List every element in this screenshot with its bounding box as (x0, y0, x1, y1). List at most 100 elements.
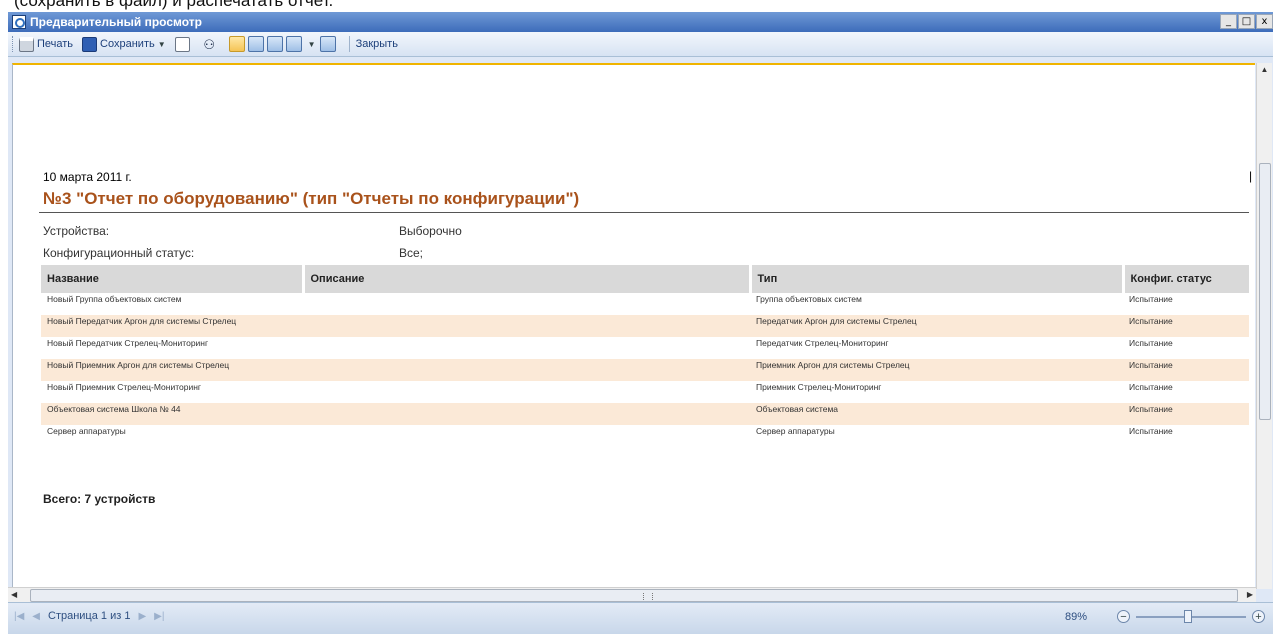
zoom-slider[interactable] (1136, 609, 1246, 623)
table-row: Сервер аппаратуры Сервер аппаратуры Испы… (41, 425, 1249, 447)
cell-status: Испытание (1123, 403, 1249, 425)
cell-description (303, 403, 750, 425)
last-page-icon[interactable]: ▶| (154, 611, 164, 622)
print-button[interactable]: Печать (19, 36, 74, 52)
cell-description (303, 337, 750, 359)
close-window-button[interactable]: x (1256, 14, 1273, 29)
table-row: Объектовая система Школа № 44 Объектовая… (41, 403, 1249, 425)
prev-page-icon[interactable]: ◀ (32, 611, 40, 622)
cell-status: Испытание (1123, 315, 1249, 337)
cell-name: Новый Приемник Аргон для системы Стрелец (41, 359, 303, 381)
view-buttons: ▼ (228, 36, 339, 52)
cell-status: Испытание (1129, 382, 1173, 392)
cell-status: Испытание (1129, 338, 1173, 348)
toolbar: Печать Сохранить ▼ ⚇ ▼ Закрыть (8, 32, 1273, 57)
table-row: Новый Группа объектовых систем Группа об… (41, 293, 1249, 315)
chevron-down-icon[interactable]: ▼ (308, 40, 316, 49)
toolbar-grip[interactable] (12, 36, 16, 52)
cell-description (303, 381, 750, 403)
title-divider (39, 212, 1249, 213)
report-page: 10 марта 2011 г. | №3 "Отчет по оборудов… (17, 65, 1257, 585)
preview-icon (12, 15, 26, 29)
table-header: Название Описание Тип Конфиг. статус (41, 265, 1249, 293)
report-date: 10 марта 2011 г. (43, 170, 132, 184)
table-row: Новый Передатчик Аргон для системы Стрел… (41, 315, 1249, 337)
cell-description (303, 425, 750, 447)
param-label: Устройства: (43, 224, 110, 238)
table-row: Новый Приемник Аргон для системы Стрелец… (41, 359, 1249, 381)
cell-type: Передатчик Аргон для системы Стрелец (750, 315, 1123, 337)
page-caption: (сохранить в файл) и распечатать отчет. (14, 0, 334, 10)
multi-pages-icon[interactable] (285, 36, 302, 52)
preview-window: Предварительный просмотр _ □ x Печать Со… (8, 12, 1273, 634)
maximize-button[interactable]: □ (1238, 14, 1255, 29)
vertical-scrollbar[interactable]: ▲ (1256, 63, 1272, 589)
column-header: Название (41, 265, 305, 293)
cell-type: Передатчик Стрелец-Мониторинг (756, 338, 889, 348)
single-page-icon[interactable] (228, 36, 245, 52)
page-icon (174, 36, 190, 52)
param-label: Конфигурационный статус: (43, 246, 195, 260)
cell-name: Новый Группа объектовых систем (47, 294, 182, 304)
close-preview-button[interactable]: Закрыть (356, 38, 398, 50)
cell-name: Новый Приемник Стрелец-Мониторинг (47, 382, 202, 392)
print-label: Печать (37, 38, 74, 50)
report-viewport[interactable]: 10 марта 2011 г. | №3 "Отчет по оборудов… (12, 63, 1255, 589)
save-label: Сохранить (100, 38, 155, 50)
cell-name: Объектовая система Школа № 44 (41, 403, 303, 425)
title-bar: Предварительный просмотр _ □ x (8, 12, 1273, 32)
table-row: Новый Передатчик Стрелец-Мониторинг Пере… (41, 337, 1249, 359)
scroll-left-icon[interactable]: ◀ (11, 588, 17, 602)
cell-status: Испытание (1129, 294, 1173, 304)
param-value: Все; (399, 246, 424, 260)
zoom-slider-thumb[interactable] (1184, 609, 1192, 623)
zoom-out-icon[interactable]: − (1117, 610, 1130, 623)
find-button[interactable]: ⚇ (202, 37, 220, 52)
zoom-value: 89% (1064, 610, 1087, 623)
cell-name: Новый Передатчик Стрелец-Мониторинг (47, 338, 209, 348)
cell-status: Испытание (1129, 426, 1173, 436)
cell-type: Сервер аппаратуры (756, 426, 835, 436)
page-navigation: |◀ ◀ Страница 1 из 1 ▶ ▶| (14, 610, 164, 622)
cell-name: Новый Передатчик Аргон для системы Стрел… (41, 315, 303, 337)
report-title: №3 "Отчет по оборудованию" (тип "Отчеты … (43, 189, 580, 208)
column-header: Конфиг. статус (1123, 265, 1249, 293)
first-page-icon[interactable]: |◀ (14, 611, 24, 622)
zoom-in-icon[interactable]: + (1252, 610, 1265, 623)
table-row: Новый Приемник Стрелец-Мониторинг Приемн… (41, 381, 1249, 403)
text-cursor-mark: | (1249, 169, 1253, 183)
save-icon (82, 36, 98, 52)
scroll-up-icon[interactable]: ▲ (1257, 63, 1272, 77)
column-header: Тип (750, 265, 1125, 293)
cell-description (303, 293, 750, 315)
page-indicator: Страница 1 из 1 (48, 610, 131, 622)
minimize-button[interactable]: _ (1220, 14, 1237, 29)
chevron-down-icon[interactable]: ▼ (158, 40, 166, 49)
scroll-right-icon[interactable]: ▶ (1247, 588, 1253, 602)
cell-name: Сервер аппаратуры (47, 426, 126, 436)
vertical-scroll-thumb[interactable] (1259, 163, 1271, 420)
thumbnail-icon[interactable] (319, 36, 336, 52)
toolbar-separator (348, 36, 350, 52)
horizontal-scroll-thumb[interactable] (30, 589, 1238, 602)
cell-type: Приемник Стрелец-Мониторинг (756, 382, 882, 392)
horizontal-scrollbar[interactable]: ◀ ▶ (8, 587, 1256, 603)
cell-type: Приемник Аргон для системы Стрелец (750, 359, 1123, 381)
zoom-control: 89% − + (1064, 609, 1265, 623)
column-header: Описание (303, 265, 752, 293)
close-label: Закрыть (355, 38, 398, 50)
three-pages-icon[interactable] (266, 36, 283, 52)
next-page-icon[interactable]: ▶ (138, 611, 146, 622)
save-button[interactable]: Сохранить ▼ (82, 36, 166, 52)
two-pages-icon[interactable] (247, 36, 264, 52)
printer-icon (19, 36, 34, 52)
report-table: Название Описание Тип Конфиг. статус Нов… (41, 265, 1249, 447)
thumb-grip (643, 593, 653, 600)
cell-status: Испытание (1123, 359, 1249, 381)
cell-description (303, 359, 750, 381)
page-setup-button[interactable] (174, 36, 193, 52)
cell-description (303, 315, 750, 337)
cell-type: Группа объектовых систем (756, 294, 862, 304)
report-total: Всего: 7 устройств (43, 492, 156, 506)
binoculars-icon: ⚇ (203, 36, 215, 52)
